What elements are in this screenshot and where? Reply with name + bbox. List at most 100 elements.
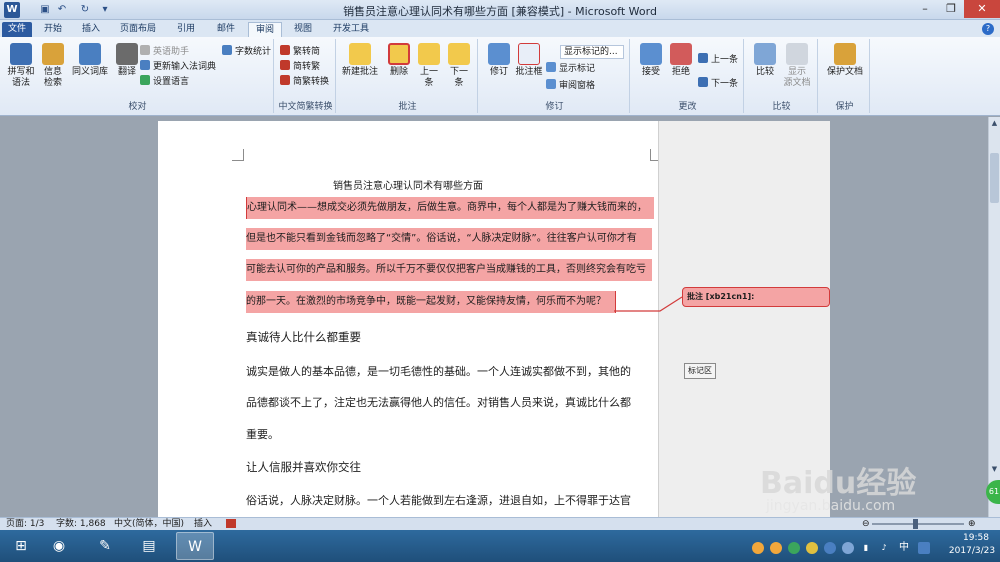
group-protect: 保护文档 保护: [820, 39, 870, 113]
redo-icon[interactable]: ↻: [78, 3, 92, 17]
delete-comment-button[interactable]: 删除: [382, 43, 416, 78]
convert-button[interactable]: 简繁转换: [280, 75, 329, 89]
tab-review[interactable]: 审阅: [248, 22, 282, 37]
language-indicator[interactable]: 中文(简体，中国): [114, 518, 184, 530]
to-simplified-icon: [280, 45, 290, 55]
tab-file[interactable]: 文件: [2, 22, 32, 37]
word-app-icon[interactable]: W: [4, 2, 20, 18]
prev-comment-button[interactable]: 上一 条: [412, 43, 446, 89]
compare-label: 比较: [755, 67, 774, 77]
english-assistant-button[interactable]: 英语助手: [140, 45, 189, 59]
help-icon[interactable]: ?: [982, 23, 994, 35]
previous-change-button[interactable]: 上一条: [698, 53, 738, 67]
group-proofing: 拼写和 语法 信息 检索 同义词库 翻译 英语助手 更新输入法词典 设置语言 字…: [2, 39, 274, 113]
track-changes-button[interactable]: 修订: [482, 43, 516, 78]
delete-comment-label: 删除: [389, 67, 408, 77]
tray-app-icon[interactable]: [824, 542, 836, 554]
update-ime-icon: [140, 60, 150, 70]
save-icon[interactable]: ▣: [38, 3, 52, 17]
close-button[interactable]: ✕: [964, 0, 1000, 18]
zoom-slider-handle[interactable]: [913, 519, 919, 529]
macro-record-icon[interactable]: [226, 519, 236, 528]
undo-icon[interactable]: ↶: [55, 3, 69, 17]
highlight-line: 可能去认可你的产品和服务。所以千万不要仅仅把客户当成赚钱的工具，否则终究会有吃亏: [246, 259, 652, 281]
tab-view[interactable]: 视图: [286, 22, 320, 37]
reviewing-pane-icon: [546, 79, 556, 89]
page-count[interactable]: 页面: 1/3: [6, 518, 44, 530]
section-heading: 让人信服并喜欢你交往: [246, 460, 361, 474]
word-count[interactable]: 字数: 1,868: [56, 518, 106, 530]
accept-button[interactable]: 接受: [634, 43, 668, 78]
prev-comment-label: 上一 条: [419, 67, 438, 88]
qat-customize-icon[interactable]: ▾: [98, 3, 112, 17]
paint-icon[interactable]: ✎: [86, 532, 124, 560]
clock-time[interactable]: 19:58: [954, 533, 998, 543]
zoom-in-icon[interactable]: ⊕: [968, 518, 976, 530]
tab-page-layout[interactable]: 页面布局: [112, 22, 164, 37]
group-comments: 新建批注 删除 上一 条 下一 条 批注: [338, 39, 478, 113]
to-simplified-button[interactable]: 繁转简: [280, 45, 320, 59]
qq-icon[interactable]: [770, 542, 782, 554]
show-source-icon: [786, 43, 808, 65]
baidu-logo: Baidu经验: [760, 466, 917, 501]
reviewing-pane-button[interactable]: 审阅窗格: [546, 79, 595, 93]
qq-icon[interactable]: [752, 542, 764, 554]
start-windows-icon[interactable]: ⊞: [2, 532, 40, 560]
tray-app-icon[interactable]: [788, 542, 800, 554]
track-changes-icon: [488, 43, 510, 65]
tray-app-icon[interactable]: [806, 542, 818, 554]
clock-date[interactable]: 2017/3/23: [944, 546, 1000, 556]
scroll-down-icon[interactable]: ▼: [989, 463, 1000, 475]
next-comment-button[interactable]: 下一 条: [442, 43, 476, 89]
word-count-button[interactable]: 字数统计: [222, 45, 271, 59]
group-compare-label: 比较: [772, 102, 791, 112]
tab-home[interactable]: 开始: [36, 22, 70, 37]
scroll-up-icon[interactable]: ▲: [989, 117, 1000, 129]
comment-balloon[interactable]: 批注 [xb21cn1]:: [682, 287, 830, 307]
network-icon[interactable]: ▮: [860, 542, 872, 554]
tray-app-icon[interactable]: [842, 542, 854, 554]
update-ime-button[interactable]: 更新输入法词典: [140, 60, 216, 74]
accept-icon: [640, 43, 662, 65]
comment-connector-line: [614, 296, 683, 312]
tab-developer[interactable]: 开发工具: [326, 22, 376, 37]
reject-button[interactable]: 拒绝: [664, 43, 698, 78]
spelling-label: 拼写和 语法: [7, 67, 35, 88]
spelling-button[interactable]: 拼写和 语法: [4, 43, 38, 89]
restore-button[interactable]: ❐: [938, 0, 964, 18]
tab-insert[interactable]: 插入: [74, 22, 108, 37]
ie-browser-icon[interactable]: ◉: [40, 532, 78, 560]
vertical-scrollbar[interactable]: ▲ ▼: [988, 117, 1000, 517]
minimize-button[interactable]: –: [912, 0, 938, 18]
file-explorer-icon[interactable]: ▤: [130, 532, 168, 560]
new-comment-button[interactable]: 新建批注: [340, 43, 380, 78]
research-button[interactable]: 信息 检索: [36, 43, 70, 89]
show-source-button[interactable]: 显示 源文档: [780, 43, 814, 89]
set-language-icon: [140, 75, 150, 85]
thesaurus-button[interactable]: 同义词库: [68, 43, 112, 78]
zoom-out-icon[interactable]: ⊖: [862, 518, 870, 530]
paragraph-line: 俗话说，人脉决定财脉。一个人若能做到左右逢源，进退自如，上不得罪于达官: [246, 494, 631, 507]
ime-indicator[interactable]: 中: [898, 542, 910, 554]
translate-button[interactable]: 翻译: [110, 43, 144, 78]
volume-icon[interactable]: ♪: [878, 542, 890, 554]
show-markup-button[interactable]: 显示标记: [546, 62, 595, 76]
display-for-review-select[interactable]: 显示标记的...: [560, 45, 624, 59]
previous-change-icon: [698, 53, 708, 63]
document-page[interactable]: 销售员注意心理认同术有哪些方面 心理认同术——想成交必须先做朋友，后做生意。商界…: [158, 121, 662, 517]
compare-button[interactable]: 比较: [748, 43, 782, 78]
balloons-button[interactable]: 批注框: [512, 43, 546, 78]
action-center-icon[interactable]: [918, 542, 930, 554]
set-language-button[interactable]: 设置语言: [140, 75, 189, 89]
tab-references[interactable]: 引用: [168, 22, 204, 37]
tab-mailings[interactable]: 邮件: [208, 22, 244, 37]
next-change-button[interactable]: 下一条: [698, 77, 738, 91]
to-traditional-button[interactable]: 简转繁: [280, 60, 320, 74]
thesaurus-icon: [79, 43, 101, 65]
insert-mode[interactable]: 插入: [194, 518, 212, 530]
word-taskbar-icon[interactable]: W: [176, 532, 214, 560]
commented-text[interactable]: 心理认同术——想成交必须先做朋友，后做生意。商界中，每个人都是为了赚大钱而来的，…: [246, 197, 654, 315]
highlight-line: 心理认同术——想成交必须先做朋友，后做生意。商界中，每个人都是为了赚大钱而来的，: [246, 197, 654, 219]
protect-document-button[interactable]: 保护文档: [824, 43, 866, 78]
scroll-thumb[interactable]: [990, 153, 999, 203]
